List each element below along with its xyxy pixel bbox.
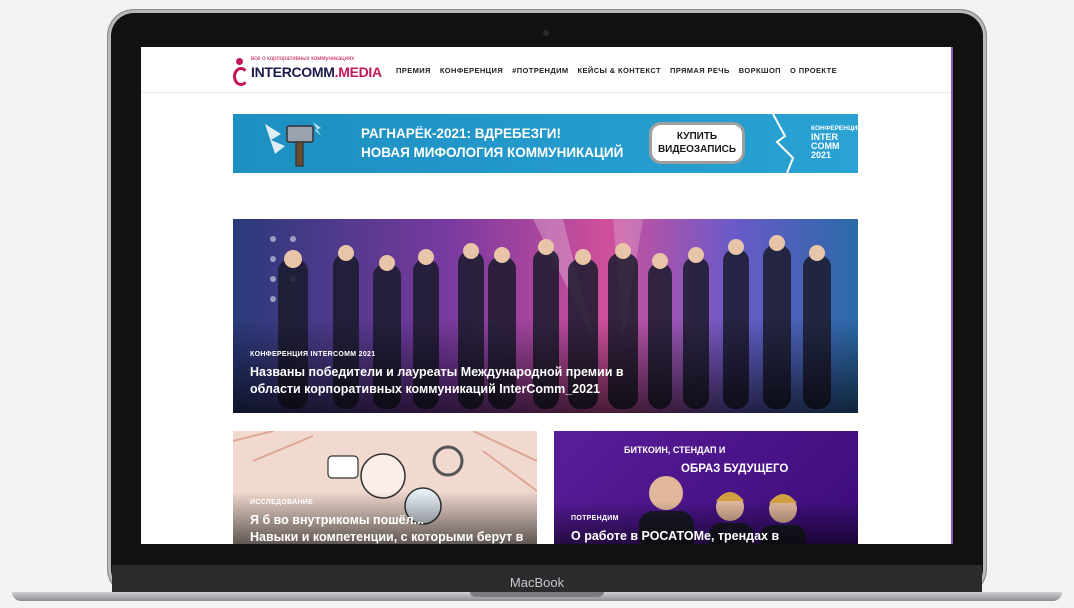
card-title-research[interactable]: Я б во внутрикомы пошёл... Навыки и комп… — [250, 512, 535, 544]
card-tag-research[interactable]: ИССЛЕДОВАНИЕ — [250, 499, 313, 506]
main-nav: ПРЕМИЯ КОНФЕРЕНЦИЯ #ПОТРЕНДИМ КЕЙСЫ & КО… — [396, 66, 837, 75]
scrollbar-edge — [951, 47, 953, 544]
hero-tag[interactable]: КОНФЕРЕНЦИЯ INTERCOMM 2021 — [250, 351, 375, 358]
laptop-notch — [470, 592, 604, 597]
nav-item-cases[interactable]: КЕЙСЫ & КОНТЕКСТ — [578, 66, 661, 75]
site-logo[interactable]: все о корпоративных коммуникациях INTERC… — [233, 56, 383, 86]
lightning-decoration — [772, 114, 795, 173]
nav-item-premiya[interactable]: ПРЕМИЯ — [396, 66, 431, 75]
logo-tagline: все о корпоративных коммуникациях — [251, 56, 355, 62]
nav-item-workshop[interactable]: ВОРКШОП — [739, 66, 781, 75]
nav-item-potrendim[interactable]: #ПОТРЕНДИМ — [512, 66, 568, 75]
logo-mark-icon — [233, 58, 249, 86]
browser-viewport: все о корпоративных коммуникациях INTERC… — [141, 47, 952, 544]
site-header: все о корпоративных коммуникациях INTERC… — [141, 47, 952, 93]
hero-title[interactable]: Названы победители и лауреаты Международ… — [250, 364, 670, 398]
device-brand-label: MacBook — [509, 575, 565, 590]
banner-text: РАГНАРЁК-2021: ВДРЕБЕЗГИ! НОВАЯ МИФОЛОГИ… — [361, 126, 624, 160]
article-card-potrendim[interactable]: БИТКОИН, СТЕНДАП И ОБРАЗ БУДУЩЕГО ПОТРЕН… — [554, 431, 858, 544]
nav-item-about[interactable]: О ПРОЕКТЕ — [790, 66, 837, 75]
camera-icon — [543, 30, 549, 36]
logo-name: INTERCOMM.MEDIA — [251, 64, 382, 80]
card-title-potrendim[interactable]: О работе в РОСАТОМе, трендах в — [571, 528, 856, 544]
hammer-icon — [265, 122, 321, 167]
buy-recording-button[interactable]: КУПИТЬ ВИДЕОЗАПИСЬ — [649, 122, 745, 164]
hero-article[interactable]: КОНФЕРЕНЦИЯ INTERCOMM 2021 Названы побед… — [233, 219, 858, 413]
card-tag-potrendim[interactable]: ПОТРЕНДИМ — [571, 515, 619, 522]
nav-item-conference[interactable]: КОНФЕРЕНЦИЯ — [440, 66, 503, 75]
nav-item-direct-speech[interactable]: ПРЯМАЯ РЕЧЬ — [670, 66, 730, 75]
conference-logo: КОНФЕРЕНЦИЯ INTER COMM 2021 — [811, 125, 858, 160]
article-card-research[interactable]: ИССЛЕДОВАНИЕ Я б во внутрикомы пошёл... … — [233, 431, 537, 544]
promo-banner[interactable]: РАГНАРЁК-2021: ВДРЕБЕЗГИ! НОВАЯ МИФОЛОГИ… — [233, 114, 858, 173]
